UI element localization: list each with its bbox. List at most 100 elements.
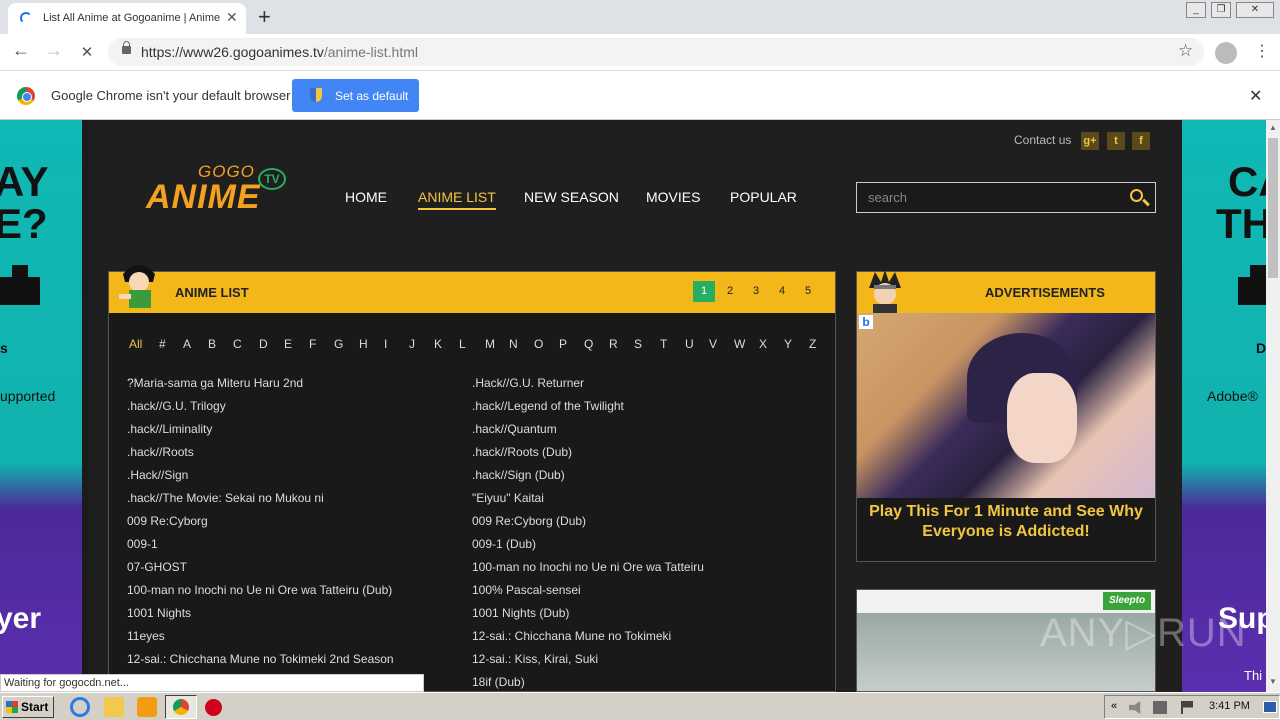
right-side-ad[interactable]: CA TH D Adobe® Sup Thi — [1182, 120, 1266, 692]
url-text[interactable]: https://www26.gogoanimes.tv/anime-list.h… — [141, 44, 418, 60]
alpha-filter-hash[interactable]: # — [159, 337, 166, 351]
alpha-filter-y[interactable]: Y — [784, 337, 792, 351]
anime-list-item[interactable]: 100% Pascal-sensei — [472, 583, 581, 597]
alpha-filter-w[interactable]: W — [734, 337, 745, 351]
new-tab-button[interactable]: + — [258, 4, 271, 30]
alpha-filter-all[interactable]: All — [129, 337, 142, 351]
ad-choice-icon[interactable]: b — [859, 315, 873, 329]
forward-button[interactable]: → — [42, 40, 66, 61]
antivirus-icon[interactable] — [205, 699, 222, 716]
profile-avatar-icon[interactable] — [1215, 42, 1237, 64]
anime-list-item[interactable]: 100-man no Inochi no Ue ni Ore wa Tattei… — [127, 583, 392, 597]
page-link-2[interactable]: 2 — [719, 281, 741, 302]
left-side-ad[interactable]: AY E? s upported yer — [0, 120, 82, 692]
ie-icon[interactable] — [70, 697, 90, 717]
anime-list-item[interactable]: 12-sai.: Chicchana Mune no Tokimeki — [472, 629, 671, 643]
page-link-4[interactable]: 4 — [771, 281, 793, 302]
anime-list-item[interactable]: 11eyes — [127, 629, 165, 643]
alpha-filter-l[interactable]: L — [459, 337, 466, 351]
anime-list-item[interactable]: .Hack//Sign — [127, 468, 188, 482]
anime-list-item[interactable]: .hack//Roots (Dub) — [472, 445, 572, 459]
google-plus-icon[interactable]: g+ — [1081, 132, 1099, 150]
stop-button[interactable]: ✕ — [75, 43, 99, 61]
scroll-thumb[interactable] — [1268, 138, 1278, 278]
anime-list-item[interactable]: 12-sai.: Kiss, Kirai, Suki — [472, 652, 598, 666]
chrome-menu-icon[interactable]: ⋮ — [1254, 41, 1270, 61]
browser-tab[interactable]: List All Anime at Gogoanime | Anime ✕ — [8, 3, 246, 34]
media-player-icon[interactable] — [137, 697, 157, 717]
page-scrollbar[interactable]: ▲ ▼ — [1266, 120, 1280, 692]
anime-list-item[interactable]: .hack//Legend of the Twilight — [472, 399, 624, 413]
nav-new-season[interactable]: NEW SEASON — [524, 189, 619, 205]
minimize-button[interactable]: _ — [1186, 2, 1206, 18]
alpha-filter-j[interactable]: J — [409, 337, 415, 351]
anime-list-item[interactable]: 07-GHOST — [127, 560, 187, 574]
anime-list-item[interactable]: ?Maria-sama ga Miteru Haru 2nd — [127, 376, 303, 390]
contact-us-link[interactable]: Contact us — [1014, 133, 1071, 147]
alpha-filter-p[interactable]: P — [559, 337, 567, 351]
alpha-filter-s[interactable]: S — [634, 337, 642, 351]
alpha-filter-r[interactable]: R — [609, 337, 618, 351]
tray-expand-icon[interactable]: « — [1111, 700, 1117, 712]
nav-anime-list[interactable]: ANIME LIST — [418, 189, 496, 210]
anime-list-item[interactable]: 009 Re:Cyborg — [127, 514, 208, 528]
alpha-filter-d[interactable]: D — [259, 337, 268, 351]
anime-list-item[interactable]: 009-1 (Dub) — [472, 537, 536, 551]
flag-notification-icon[interactable] — [1181, 701, 1193, 714]
search-input[interactable] — [857, 183, 1117, 212]
anime-list-item[interactable]: .hack//Liminality — [127, 422, 212, 436]
page-link-3[interactable]: 3 — [745, 281, 767, 302]
start-button[interactable]: Start — [2, 696, 54, 718]
nav-home[interactable]: HOME — [345, 189, 387, 205]
page-link-5[interactable]: 5 — [797, 281, 819, 302]
tab-close-icon[interactable]: ✕ — [226, 9, 238, 26]
alpha-filter-z[interactable]: Z — [809, 337, 816, 351]
alpha-filter-h[interactable]: H — [359, 337, 368, 351]
chrome-taskbar-button[interactable] — [165, 695, 197, 719]
anime-list-item[interactable]: .hack//The Movie: Sekai no Mukou ni — [127, 491, 324, 505]
alpha-filter-i[interactable]: I — [384, 337, 387, 351]
alpha-filter-b[interactable]: B — [208, 337, 216, 351]
close-window-button[interactable]: ✕ — [1236, 2, 1274, 18]
anime-list-item[interactable]: 1001 Nights (Dub) — [472, 606, 569, 620]
alpha-filter-x[interactable]: X — [759, 337, 767, 351]
set-as-default-button[interactable]: Set as default — [292, 79, 419, 112]
facebook-icon[interactable]: f — [1132, 132, 1150, 150]
alpha-filter-c[interactable]: C — [233, 337, 242, 351]
anime-list-item[interactable]: .Hack//G.U. Returner — [472, 376, 584, 390]
alpha-filter-a[interactable]: A — [183, 337, 191, 351]
bookmark-star-icon[interactable]: ☆ — [1178, 41, 1193, 61]
alpha-filter-k[interactable]: K — [434, 337, 442, 351]
search-icon[interactable] — [1130, 189, 1143, 202]
alpha-filter-f[interactable]: F — [309, 337, 316, 351]
anime-list-item[interactable]: 009 Re:Cyborg (Dub) — [472, 514, 586, 528]
alpha-filter-e[interactable]: E — [284, 337, 292, 351]
scroll-up-arrow-icon[interactable]: ▲ — [1269, 123, 1277, 132]
alpha-filter-v[interactable]: V — [709, 337, 717, 351]
anime-list-item[interactable]: 12-sai.: Chicchana Mune no Tokimeki 2nd … — [127, 652, 394, 666]
anime-list-item[interactable]: .hack//Roots — [127, 445, 194, 459]
alpha-filter-o[interactable]: O — [534, 337, 543, 351]
alpha-filter-m[interactable]: M — [485, 337, 495, 351]
alpha-filter-u[interactable]: U — [685, 337, 694, 351]
anime-list-item[interactable]: 1001 Nights — [127, 606, 191, 620]
alpha-filter-n[interactable]: N — [509, 337, 518, 351]
anime-list-item[interactable]: 100-man no Inochi no Ue ni Ore wa Tattei… — [472, 560, 704, 574]
page-link-1[interactable]: 1 — [693, 281, 715, 302]
restore-button[interactable]: ❐ — [1211, 2, 1231, 18]
anime-list-item[interactable]: "Eiyuu" Kaitai — [472, 491, 544, 505]
ad-image[interactable]: b — [857, 313, 1155, 498]
anime-list-item[interactable]: .hack//Quantum — [472, 422, 557, 436]
nav-movies[interactable]: MOVIES — [646, 189, 700, 205]
volume-icon[interactable] — [1129, 701, 1141, 714]
anime-list-item[interactable]: .hack//Sign (Dub) — [472, 468, 565, 482]
alpha-filter-t[interactable]: T — [660, 337, 667, 351]
ad-copy[interactable]: Play This For 1 Minute and See Why Every… — [865, 502, 1147, 542]
anime-list-item[interactable]: 009-1 — [127, 537, 158, 551]
show-desktop-icon[interactable] — [1263, 701, 1277, 713]
alpha-filter-q[interactable]: Q — [584, 337, 593, 351]
alpha-filter-g[interactable]: G — [334, 337, 343, 351]
nav-popular[interactable]: POPULAR — [730, 189, 797, 205]
anime-list-item[interactable]: .hack//G.U. Trilogy — [127, 399, 226, 413]
anime-list-item[interactable]: 18if (Dub) — [472, 675, 525, 689]
